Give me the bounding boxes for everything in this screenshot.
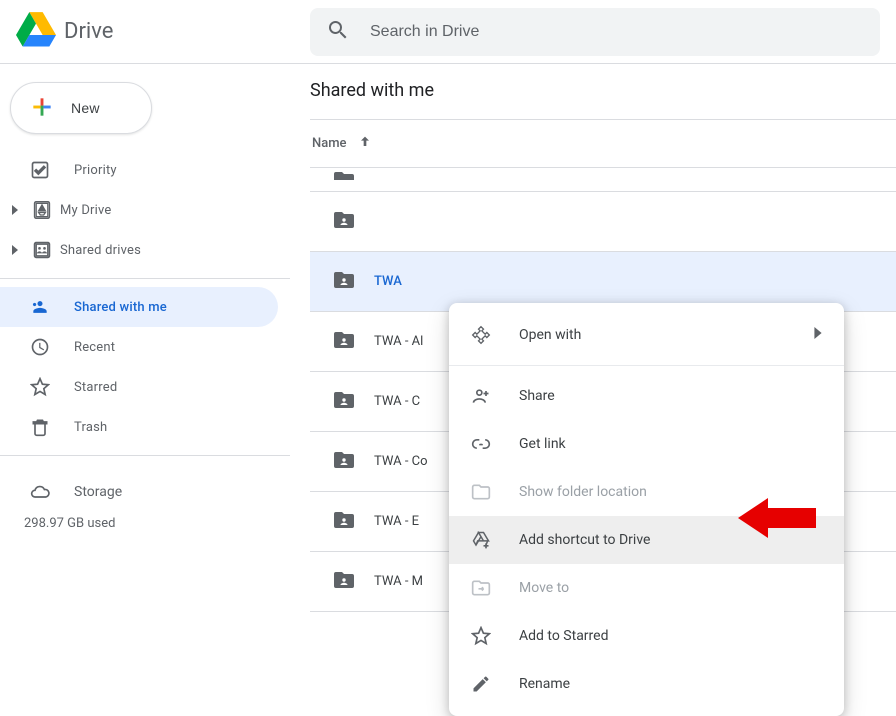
- sidebar-item-recent[interactable]: Recent: [0, 327, 278, 367]
- sort-arrow-up-icon: [357, 134, 373, 154]
- chevron-right-icon: [812, 327, 824, 343]
- shared-folder-icon: [332, 568, 356, 596]
- content-title: Shared with me: [310, 80, 896, 119]
- drive-logo-icon: [16, 10, 56, 54]
- logo-area[interactable]: Drive: [16, 10, 310, 54]
- shared-folder-icon: [332, 268, 356, 296]
- sidebar-item-priority[interactable]: Priority: [0, 150, 278, 190]
- nav-list-2: Shared with me Recent Starred Trash: [0, 287, 290, 447]
- new-button-label: New: [71, 100, 100, 116]
- file-name: TWA - C: [374, 394, 420, 409]
- storage-section: Storage 298.97 GB used: [0, 464, 290, 531]
- sidebar-item-storage[interactable]: Storage: [28, 474, 290, 510]
- search-input[interactable]: [370, 23, 864, 41]
- sidebar-item-shared-with-me[interactable]: Shared with me: [0, 287, 278, 327]
- sidebar: New Priority My Drive Shared drives Sha: [0, 64, 290, 659]
- storage-used-text: 298.97 GB used: [24, 516, 290, 531]
- shared-folder-icon: [332, 448, 356, 476]
- menu-rename[interactable]: Rename: [449, 660, 844, 708]
- cloud-icon: [28, 480, 52, 504]
- menu-share[interactable]: Share: [449, 372, 844, 420]
- nav-list: Priority My Drive Shared drives: [0, 150, 290, 270]
- app-header: Drive: [0, 0, 896, 64]
- shared-drives-icon: [30, 238, 54, 262]
- star-icon: [28, 375, 52, 399]
- menu-divider: [449, 365, 844, 366]
- divider: [0, 278, 290, 279]
- menu-move-to: Move to: [449, 564, 844, 612]
- menu-add-to-starred[interactable]: Add to Starred: [449, 612, 844, 660]
- star-icon: [469, 624, 493, 648]
- sidebar-item-my-drive[interactable]: My Drive: [0, 190, 278, 230]
- open-with-icon: [469, 323, 493, 347]
- move-icon: [469, 576, 493, 600]
- menu-get-link[interactable]: Get link: [449, 420, 844, 468]
- menu-open-with[interactable]: Open with: [449, 311, 844, 359]
- my-drive-icon: [30, 198, 54, 222]
- sidebar-item-shared-drives[interactable]: Shared drives: [0, 230, 278, 270]
- person-add-icon: [469, 384, 493, 408]
- shared-folder-icon: [332, 328, 356, 356]
- annotation-arrow: [738, 490, 816, 550]
- shared-folder-icon: [332, 208, 356, 236]
- sidebar-item-trash[interactable]: Trash: [0, 407, 278, 447]
- shared-folder-icon: [332, 168, 358, 180]
- column-header-name[interactable]: Name: [310, 120, 896, 168]
- sidebar-item-starred[interactable]: Starred: [0, 367, 278, 407]
- drive-add-icon: [469, 528, 493, 552]
- expand-icon[interactable]: [6, 245, 24, 255]
- file-name: TWA: [374, 274, 402, 289]
- rename-icon: [469, 672, 493, 696]
- shared-with-me-icon: [28, 295, 52, 319]
- trash-icon: [28, 415, 52, 439]
- table-row[interactable]: [310, 192, 896, 252]
- new-button[interactable]: New: [10, 82, 152, 134]
- file-name: TWA - E: [374, 514, 419, 529]
- search-bar[interactable]: [310, 8, 880, 56]
- file-name: TWA - Co: [374, 454, 428, 469]
- shared-folder-icon: [332, 508, 356, 536]
- priority-icon: [28, 158, 52, 182]
- plus-icon: [29, 94, 55, 123]
- file-name: TWA - Al: [374, 334, 423, 349]
- file-name: TWA - M: [374, 574, 423, 589]
- table-row-partial[interactable]: [310, 168, 896, 192]
- shared-folder-icon: [332, 388, 356, 416]
- link-icon: [469, 432, 493, 456]
- app-title: Drive: [64, 19, 113, 44]
- divider: [0, 455, 290, 456]
- expand-icon[interactable]: [6, 205, 24, 215]
- folder-icon: [469, 480, 493, 504]
- search-icon: [326, 18, 350, 46]
- recent-icon: [28, 335, 52, 359]
